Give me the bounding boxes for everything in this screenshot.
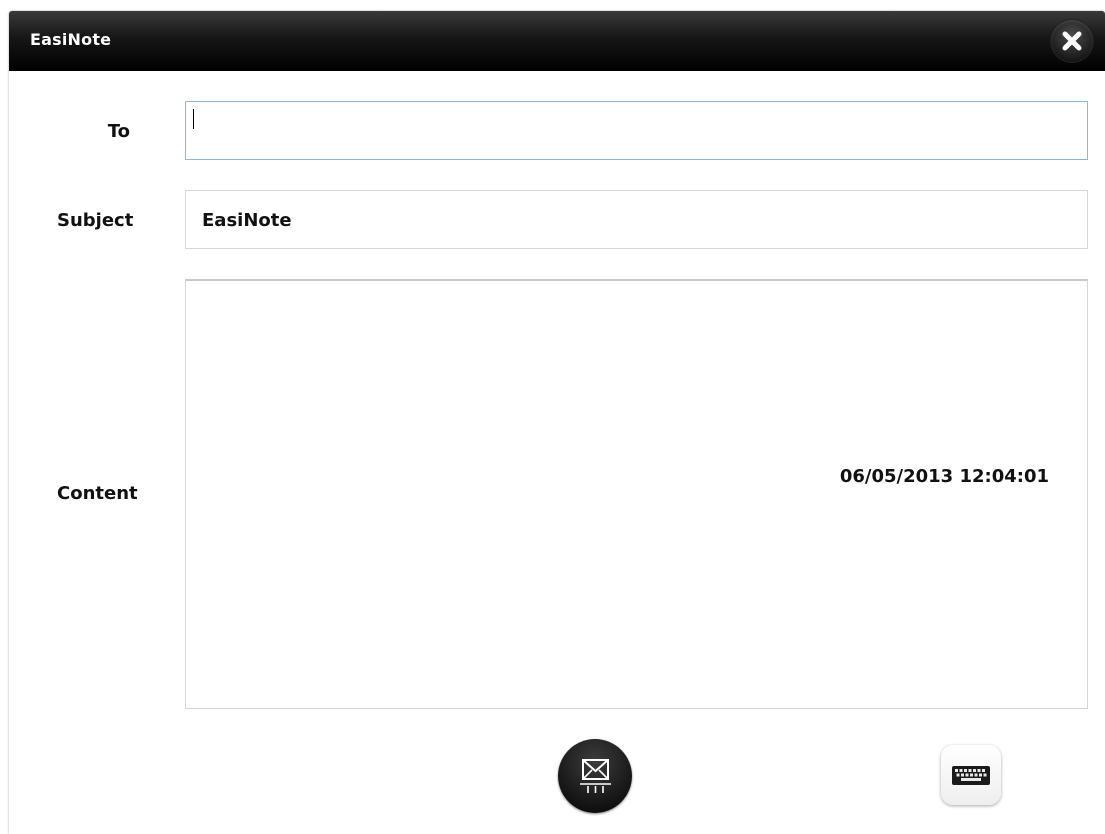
subject-input[interactable]: EasiNote <box>185 190 1088 249</box>
to-label: To <box>107 121 130 142</box>
send-button[interactable] <box>558 739 632 813</box>
close-button[interactable] <box>1051 20 1093 62</box>
text-caret <box>193 109 194 129</box>
subject-value: EasiNote <box>202 210 292 231</box>
keyboard-button[interactable] <box>941 745 1001 805</box>
content-label: Content <box>57 483 138 504</box>
close-icon <box>1062 31 1082 51</box>
to-input[interactable] <box>185 101 1088 160</box>
window-title: EasiNote <box>30 30 112 49</box>
easinote-email-dialog: EasiNote To Subject EasiNote Content 06/… <box>9 11 1105 834</box>
subject-label: Subject <box>57 210 134 231</box>
send-mail-icon <box>580 759 611 793</box>
content-textarea[interactable]: 06/05/2013 12:04:01 <box>185 279 1088 709</box>
title-bar: EasiNote <box>9 11 1105 71</box>
keyboard-icon <box>952 766 990 785</box>
content-timestamp: 06/05/2013 12:04:01 <box>839 466 1049 487</box>
